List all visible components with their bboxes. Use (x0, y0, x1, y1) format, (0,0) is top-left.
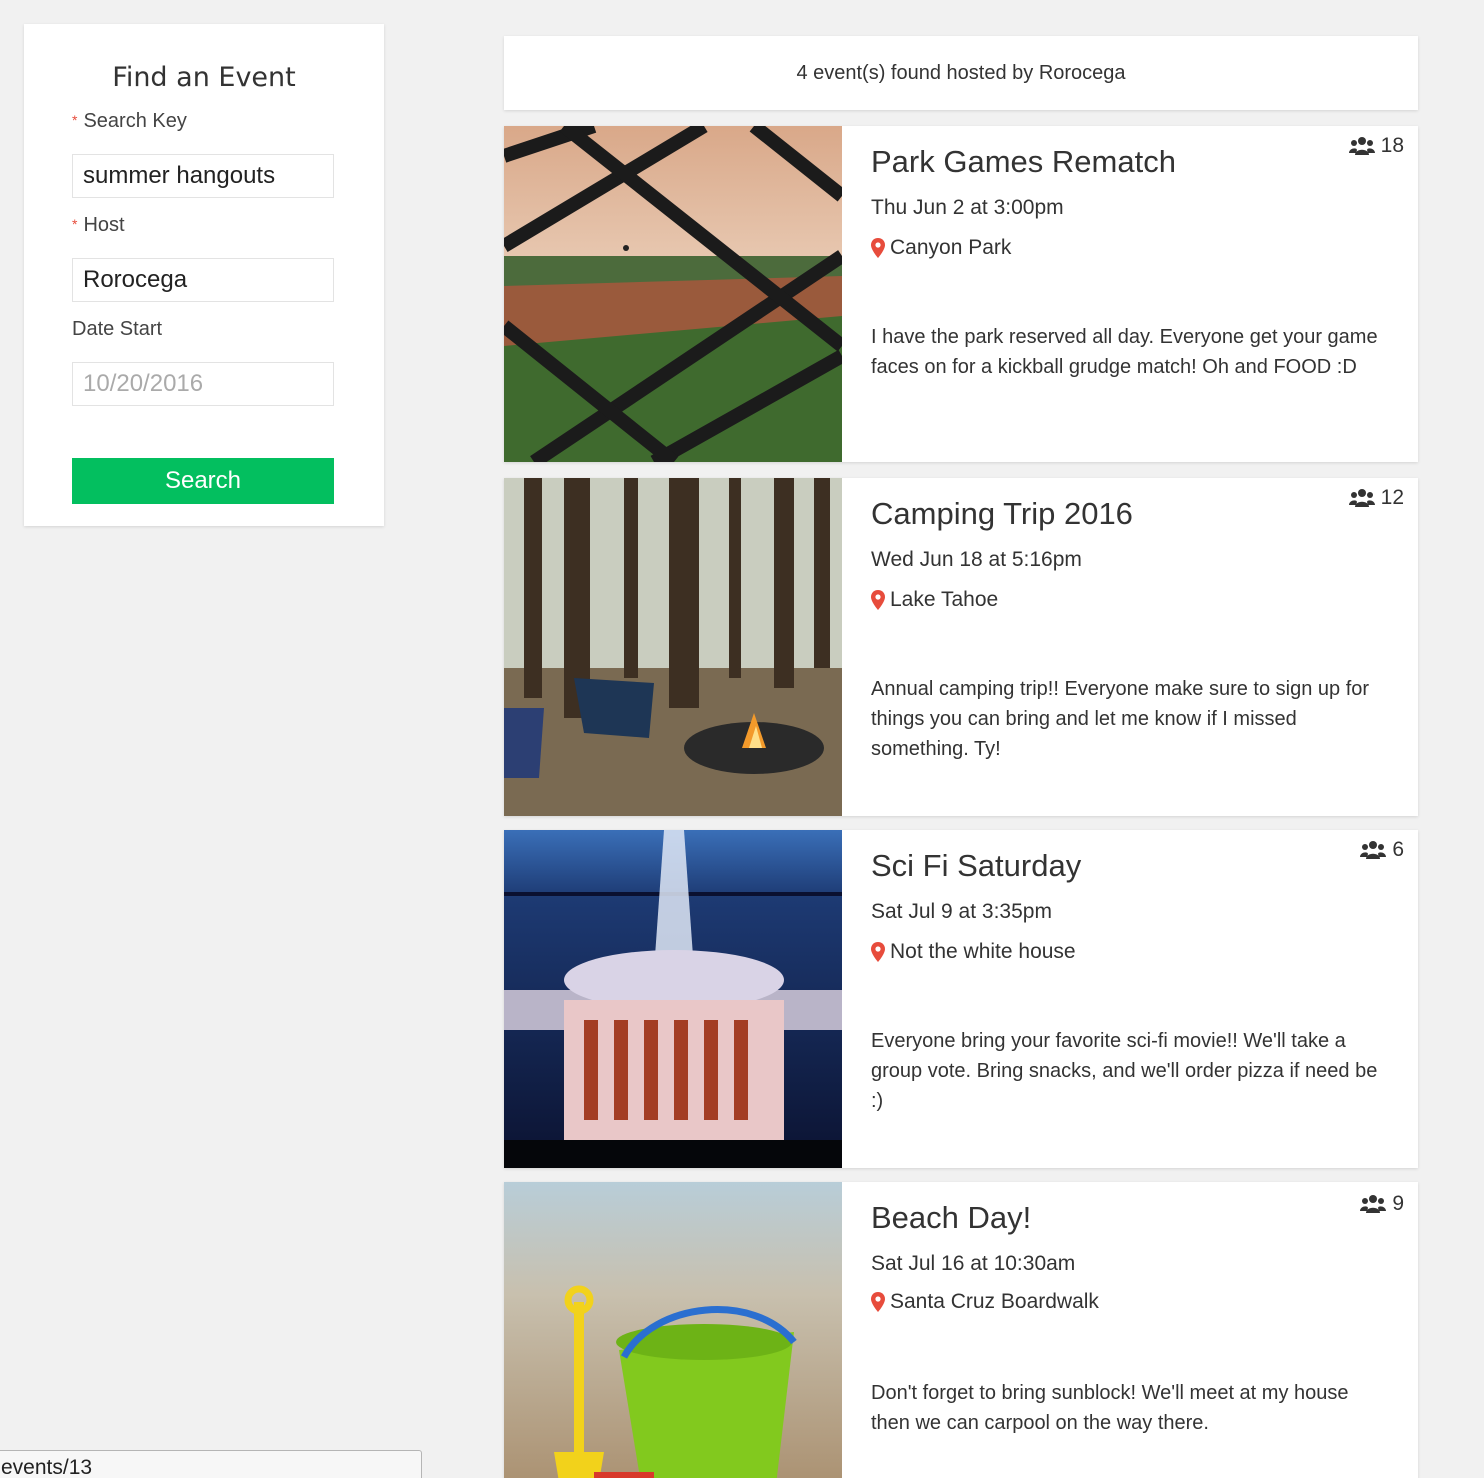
map-pin-icon (871, 942, 885, 962)
event-location-text: Not the white house (890, 940, 1076, 963)
attendee-count: 6 (1360, 838, 1404, 862)
required-marker: * (72, 216, 78, 232)
event-location: Not the white house (871, 940, 1076, 964)
attendee-count-value: 9 (1392, 1192, 1404, 1215)
event-image-beach[interactable] (504, 1182, 842, 1478)
event-card[interactable]: Park Games Rematch Thu Jun 2 at 3:00pm C… (504, 126, 1418, 462)
event-title[interactable]: Beach Day! (871, 1200, 1031, 1236)
event-title[interactable]: Park Games Rematch (871, 144, 1176, 180)
host-input[interactable] (72, 258, 334, 302)
users-icon (1348, 489, 1375, 507)
date-start-label: Date Start (72, 318, 163, 340)
event-image-park[interactable] (504, 126, 842, 462)
users-icon (1360, 1195, 1387, 1213)
event-card[interactable]: Sci Fi Saturday Sat Jul 9 at 3:35pm Not … (504, 830, 1418, 1168)
search-panel: Find an Event *Search Key *Host Date Sta… (24, 24, 384, 526)
event-card[interactable]: Camping Trip 2016 Wed Jun 18 at 5:16pm L… (504, 478, 1418, 816)
event-image-camping[interactable] (504, 478, 842, 816)
host-label: * Host (72, 214, 125, 236)
event-location: Canyon Park (871, 236, 1011, 260)
date-start-input[interactable] (72, 362, 334, 406)
event-location-text: Canyon Park (890, 236, 1012, 259)
event-date: Wed Jun 18 at 5:16pm (871, 548, 1082, 571)
attendee-count-value: 12 (1380, 486, 1404, 509)
event-description: Annual camping trip!! Everyone make sure… (871, 678, 1370, 760)
required-marker: * (72, 112, 78, 128)
attendee-count-value: 18 (1380, 134, 1404, 157)
users-icon (1360, 841, 1387, 859)
event-image-scifi[interactable] (504, 830, 842, 1168)
map-pin-icon (871, 238, 885, 258)
attendee-count-value: 6 (1392, 838, 1404, 861)
event-body: Beach Day! Sat Jul 16 at 10:30am Santa C… (871, 1182, 1378, 1478)
event-body: Camping Trip 2016 Wed Jun 18 at 5:16pm L… (871, 478, 1378, 816)
attendee-count: 12 (1348, 486, 1404, 510)
results-summary: 4 event(s) found hosted by Rorocega (504, 36, 1418, 110)
event-date: Thu Jun 2 at 3:00pm (871, 196, 1064, 219)
event-date: Sat Jul 16 at 10:30am (871, 1252, 1076, 1275)
search-key-label: * Search Key (72, 110, 187, 132)
event-title[interactable]: Camping Trip 2016 (871, 496, 1133, 532)
event-location-text: Lake Tahoe (890, 588, 999, 611)
event-description: Everyone bring your favorite sci-fi movi… (871, 1030, 1378, 1112)
event-date: Sat Jul 9 at 3:35pm (871, 900, 1052, 923)
event-location: Lake Tahoe (871, 588, 998, 612)
event-body: Sci Fi Saturday Sat Jul 9 at 3:35pm Not … (871, 830, 1378, 1168)
users-icon (1348, 137, 1375, 155)
event-title[interactable]: Sci Fi Saturday (871, 848, 1081, 884)
event-description: I have the park reserved all day. Everyo… (871, 326, 1378, 378)
map-pin-icon (871, 1292, 885, 1312)
search-panel-title: Find an Event (112, 62, 296, 93)
event-location-text: Santa Cruz Boardwalk (890, 1290, 1099, 1313)
event-card[interactable]: Beach Day! Sat Jul 16 at 10:30am Santa C… (504, 1182, 1418, 1478)
map-pin-icon (871, 590, 885, 610)
search-button[interactable]: Search (72, 458, 334, 504)
search-key-input[interactable] (72, 154, 334, 198)
attendee-count: 18 (1348, 134, 1404, 158)
event-location: Santa Cruz Boardwalk (871, 1290, 1099, 1314)
event-description: Don't forget to bring sunblock! We'll me… (871, 1382, 1349, 1434)
event-body: Park Games Rematch Thu Jun 2 at 3:00pm C… (871, 126, 1378, 462)
status-bar-url: events/13 (0, 1450, 422, 1478)
attendee-count: 9 (1360, 1192, 1404, 1216)
